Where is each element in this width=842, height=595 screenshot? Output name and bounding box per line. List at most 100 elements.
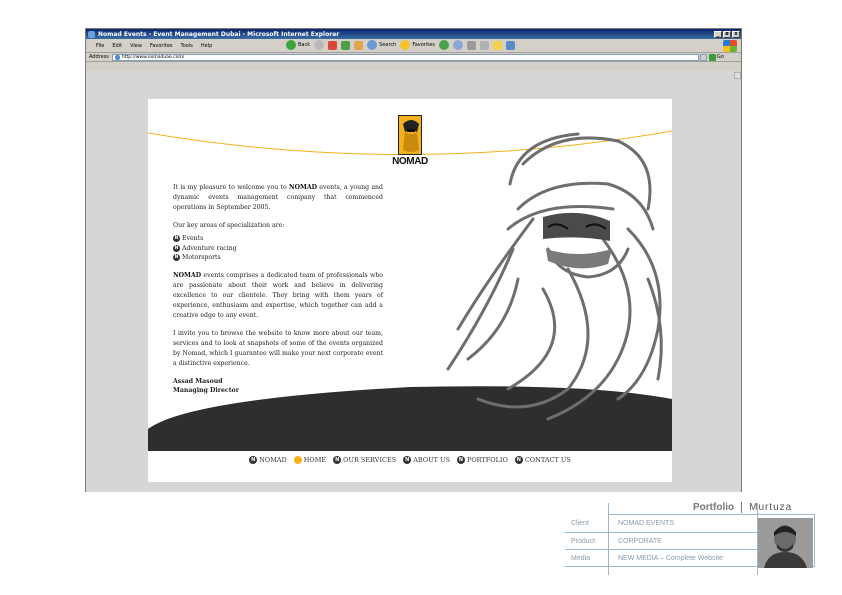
nav-label: NOMAD: [259, 456, 287, 464]
table-row: Product CORPORATE: [565, 532, 759, 550]
address-dropdown-icon[interactable]: [699, 53, 707, 61]
area-label: Motorsports: [182, 254, 221, 261]
list-item: N Adventure racing: [173, 244, 383, 254]
signature-name: Assad Masoud: [173, 377, 223, 385]
windows-logo-icon: [723, 40, 737, 52]
address-input[interactable]: http://www.nomaduae.com/: [111, 53, 699, 61]
close-button[interactable]: x: [732, 30, 740, 38]
address-bar: Address http://www.nomaduae.com/ Go: [86, 53, 741, 62]
back-button[interactable]: Back: [286, 40, 310, 50]
nomad-figure: [446, 132, 663, 421]
print-icon[interactable]: [466, 40, 476, 50]
nomad-website: NOMAD It is my pleasure to welcome you t…: [148, 99, 672, 482]
menu-view[interactable]: View: [130, 43, 142, 49]
menu-edit[interactable]: Edit: [112, 43, 122, 49]
nomad-figure-icon: [403, 120, 419, 152]
figure-face: [543, 212, 612, 269]
row-key: Product: [571, 537, 596, 545]
go-button[interactable]: Go: [708, 53, 724, 61]
portfolio-heading: Portfolio Murtuza: [693, 502, 792, 513]
stop-icon[interactable]: [328, 40, 338, 50]
invite-paragraph: I invite you to browse the website to kn…: [173, 329, 383, 367]
menu-bar: File Edit View Favorites Tools Help Back…: [86, 39, 741, 53]
forward-arrow-icon[interactable]: [314, 40, 325, 50]
address-url: http://www.nomaduae.com/: [121, 54, 185, 60]
favorites-button[interactable]: Favorites: [400, 40, 435, 50]
edit-icon[interactable]: [479, 40, 489, 50]
author-photo: [758, 518, 813, 568]
nav-about-us[interactable]: N ABOUT US: [403, 456, 450, 464]
star-icon: [400, 40, 411, 50]
title-divider: [741, 502, 743, 513]
menu-tools[interactable]: Tools: [181, 43, 193, 49]
history-icon[interactable]: [438, 40, 449, 50]
areas-list: N Events N Adventure racing N Motorsport…: [173, 234, 383, 263]
nav-label: ABOUT US: [413, 456, 450, 464]
scrollbar-up-icon[interactable]: [734, 72, 741, 79]
row-value: CORPORATE: [618, 537, 662, 545]
favorites-label: Favorites: [412, 42, 435, 48]
nav-contact-us[interactable]: N CONTACT US: [514, 456, 571, 464]
nomad-badge-icon: N: [514, 456, 523, 464]
home-dot-icon: [293, 456, 302, 464]
table-row: Client NOMAD EVENTS: [565, 514, 759, 532]
portfolio-title: Portfolio: [693, 502, 735, 513]
nav-label: OUR SERVICES: [343, 456, 397, 464]
team-paragraph: NOMAD events comprises a dedicated team …: [173, 271, 383, 321]
page-viewport[interactable]: NOMAD It is my pleasure to welcome you t…: [86, 71, 741, 492]
list-item: N Events: [173, 234, 383, 244]
row-value: NEW MEDIA – Complete Website: [618, 554, 723, 562]
site-navigation: N NOMAD HOME N OUR SERVICES N ABOUT US N…: [148, 456, 672, 464]
nomad-badge-icon: N: [456, 456, 465, 464]
menu-file[interactable]: File: [96, 43, 104, 49]
back-label: Back: [298, 42, 311, 48]
menu-help[interactable]: Help: [201, 43, 212, 49]
nomad-logo[interactable]: NOMAD: [386, 115, 434, 167]
row-key: Client: [571, 519, 589, 527]
back-arrow-icon: [286, 40, 296, 50]
team-brand: NOMAD: [173, 271, 202, 279]
table-divider: [814, 514, 815, 567]
table-row: Media NEW MEDIA – Complete Website: [565, 549, 759, 567]
browser-window: Nomad Events - Event Management Dubai - …: [85, 28, 742, 492]
window-controls: _ ø x: [714, 30, 740, 38]
title-bar: Nomad Events - Event Management Dubai - …: [86, 29, 741, 39]
stage: Nomad Events - Event Management Dubai - …: [0, 0, 842, 595]
mail-icon[interactable]: [452, 40, 463, 50]
dark-hill: [148, 386, 672, 451]
nomad-badge-icon: N: [403, 456, 412, 464]
address-label: Address: [89, 54, 109, 60]
ie-icon: [88, 30, 95, 38]
nomad-badge-icon: N: [173, 254, 180, 262]
refresh-icon[interactable]: [341, 40, 351, 50]
nomad-badge-icon: N: [173, 244, 180, 252]
search-icon: [367, 40, 378, 50]
home-icon[interactable]: [354, 40, 364, 50]
nav-label: PORTFOLIO: [466, 456, 508, 464]
messenger-icon[interactable]: [505, 40, 515, 50]
portfolio-author: Murtuza: [749, 502, 793, 513]
nav-portfolio[interactable]: N PORTFOLIO: [456, 456, 508, 464]
search-button[interactable]: Search: [367, 40, 396, 50]
intro-brand: NOMAD: [288, 184, 318, 191]
maximize-button[interactable]: ø: [723, 30, 731, 38]
nomad-badge-icon: N: [249, 456, 258, 464]
nav-nomad[interactable]: N NOMAD: [249, 456, 287, 464]
nav-our-services[interactable]: N OUR SERVICES: [333, 456, 396, 464]
list-item: N Motorsports: [173, 253, 383, 263]
team-text: events comprises a dedicated team of pro…: [173, 271, 383, 319]
nav-label: HOME: [303, 456, 327, 464]
folder-icon[interactable]: [492, 40, 502, 50]
minimize-button[interactable]: _: [714, 30, 722, 38]
area-label: Adventure racing: [182, 244, 237, 252]
welcome-copy: It is my pleasure to welcome you to NOMA…: [173, 183, 383, 395]
intro-text-start: It is my pleasure to welcome you to: [173, 184, 289, 191]
row-key: Media: [571, 554, 591, 562]
go-arrow-icon: [708, 53, 716, 61]
go-label: Go: [716, 54, 724, 60]
author-avatar: [758, 518, 813, 568]
nav-home[interactable]: HOME: [293, 456, 327, 464]
signature-title: Managing Director: [173, 386, 239, 394]
menu-favorites[interactable]: Favorites: [150, 43, 173, 49]
window-title: Nomad Events - Event Management Dubai - …: [98, 30, 340, 38]
